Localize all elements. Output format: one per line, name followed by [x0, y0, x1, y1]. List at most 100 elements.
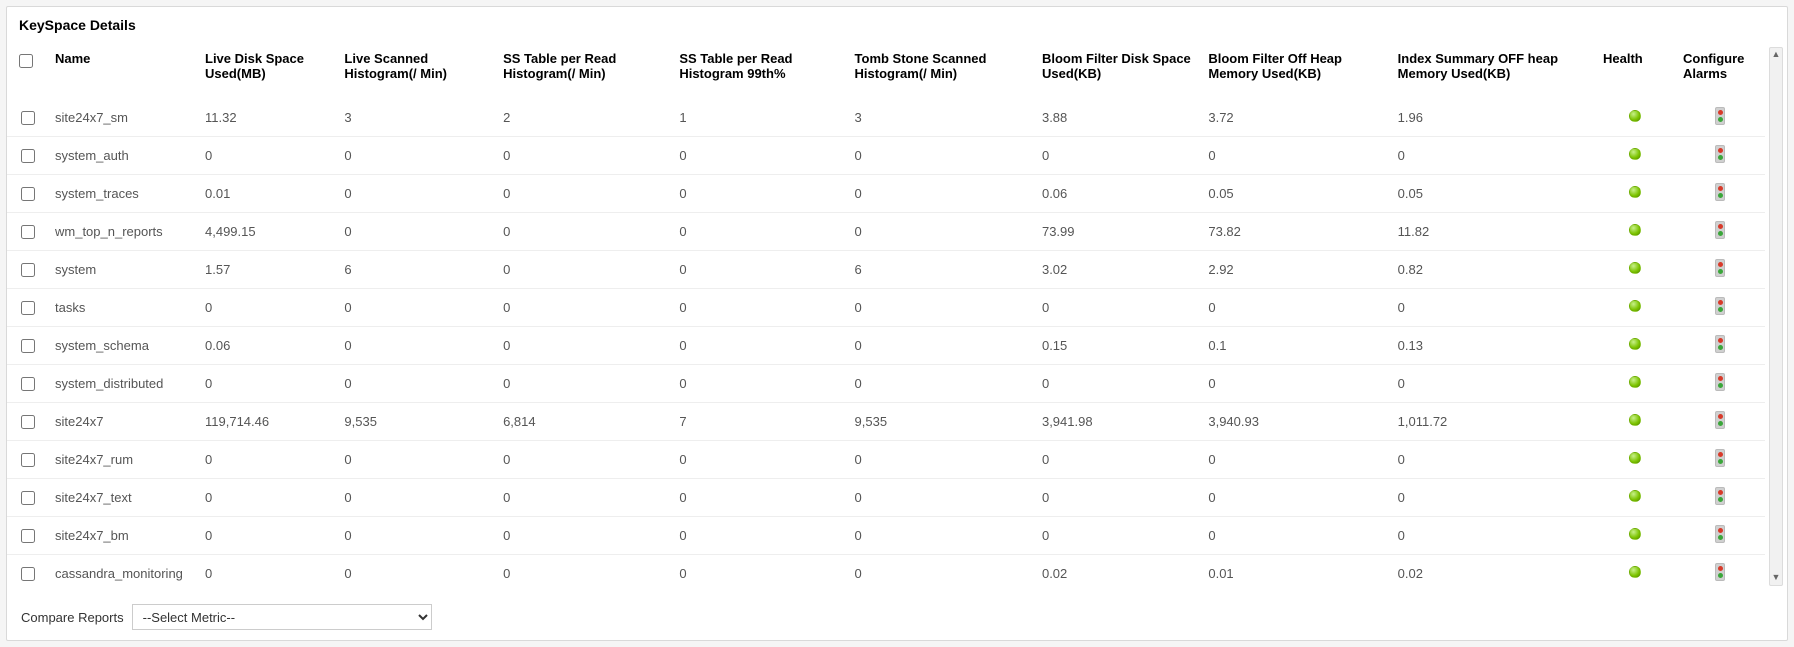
cell-sstable-99th: 0	[671, 479, 846, 517]
configure-alarm-icon[interactable]	[1715, 411, 1725, 429]
cell-sstable-99th: 0	[671, 137, 846, 175]
cell-sstable-per-read: 0	[495, 365, 671, 403]
cell-index-summary: 11.82	[1390, 213, 1595, 251]
cell-tombstone: 0	[847, 441, 1034, 479]
table-row[interactable]: system_schema0.0600000.150.10.13	[7, 327, 1765, 365]
table-row[interactable]: site24x7_sm11.3232133.883.721.96	[7, 99, 1765, 137]
row-checkbox[interactable]	[21, 415, 35, 429]
scroll-track[interactable]	[1770, 62, 1782, 571]
keyspace-panel: KeySpace Details Name Live Disk Space Us…	[6, 6, 1788, 641]
header-bloom-disk[interactable]: Bloom Filter Disk Space Used(KB)	[1034, 41, 1200, 99]
health-dot-icon	[1629, 566, 1641, 578]
cell-index-summary: 0	[1390, 137, 1595, 175]
scroll-down-icon[interactable]: ▼	[1770, 571, 1782, 585]
cell-live-scanned: 0	[336, 137, 495, 175]
select-all-checkbox[interactable]	[19, 54, 33, 68]
configure-alarm-icon[interactable]	[1715, 183, 1725, 201]
cell-sstable-per-read: 0	[495, 517, 671, 555]
configure-alarm-icon[interactable]	[1715, 221, 1725, 239]
header-tombstone[interactable]: Tomb Stone Scanned Histogram(/ Min)	[847, 41, 1034, 99]
cell-live-disk: 0	[197, 555, 336, 593]
row-checkbox[interactable]	[21, 187, 35, 201]
table-row[interactable]: site24x7_bm00000000	[7, 517, 1765, 555]
header-bloom-offheap[interactable]: Bloom Filter Off Heap Memory Used(KB)	[1200, 41, 1389, 99]
table-row[interactable]: tasks00000000	[7, 289, 1765, 327]
configure-alarm-icon[interactable]	[1715, 145, 1725, 163]
row-checkbox[interactable]	[21, 453, 35, 467]
header-health[interactable]: Health	[1595, 41, 1675, 99]
configure-alarm-icon[interactable]	[1715, 525, 1725, 543]
cell-index-summary: 0.82	[1390, 251, 1595, 289]
table-row[interactable]: site24x7119,714.469,5356,81479,5353,941.…	[7, 403, 1765, 441]
header-sstable-99th[interactable]: SS Table per Read Histogram 99th%	[671, 41, 846, 99]
cell-tombstone: 0	[847, 555, 1034, 593]
header-checkbox-col	[7, 41, 47, 99]
cell-bloom-disk: 0	[1034, 365, 1200, 403]
header-alarms[interactable]: Configure Alarms	[1675, 41, 1765, 99]
scroll-up-icon[interactable]: ▲	[1770, 48, 1782, 62]
configure-alarm-icon[interactable]	[1715, 107, 1725, 125]
table-row[interactable]: system_auth00000000	[7, 137, 1765, 175]
cell-bloom-disk: 0	[1034, 517, 1200, 555]
configure-alarm-icon[interactable]	[1715, 259, 1725, 277]
vertical-scrollbar[interactable]: ▲ ▼	[1769, 47, 1783, 586]
health-dot-icon	[1629, 338, 1641, 350]
row-checkbox[interactable]	[21, 263, 35, 277]
table-row[interactable]: site24x7_text00000000	[7, 479, 1765, 517]
row-checkbox[interactable]	[21, 377, 35, 391]
table-row[interactable]: system_traces0.0100000.060.050.05	[7, 175, 1765, 213]
cell-sstable-per-read: 0	[495, 213, 671, 251]
footer-row: Compare Reports --Select Metric--	[7, 592, 1787, 630]
header-name[interactable]: Name	[47, 41, 197, 99]
metric-select[interactable]: --Select Metric--	[132, 604, 432, 630]
configure-alarm-icon[interactable]	[1715, 449, 1725, 467]
configure-alarm-icon[interactable]	[1715, 373, 1725, 391]
cell-live-scanned: 0	[336, 555, 495, 593]
health-dot-icon	[1629, 452, 1641, 464]
cell-bloom-offheap: 0.05	[1200, 175, 1389, 213]
cell-index-summary: 0.02	[1390, 555, 1595, 593]
cell-sstable-per-read: 0	[495, 441, 671, 479]
cell-bloom-disk: 3.88	[1034, 99, 1200, 137]
cell-bloom-offheap: 0	[1200, 137, 1389, 175]
header-live-scanned[interactable]: Live Scanned Histogram(/ Min)	[336, 41, 495, 99]
table-row[interactable]: system_distributed00000000	[7, 365, 1765, 403]
cell-live-disk: 0	[197, 479, 336, 517]
cell-sstable-per-read: 6,814	[495, 403, 671, 441]
table-row[interactable]: wm_top_n_reports4,499.15000073.9973.8211…	[7, 213, 1765, 251]
cell-tombstone: 0	[847, 517, 1034, 555]
cell-bloom-disk: 3,941.98	[1034, 403, 1200, 441]
row-checkbox[interactable]	[21, 339, 35, 353]
configure-alarm-icon[interactable]	[1715, 563, 1725, 581]
cell-tombstone: 3	[847, 99, 1034, 137]
header-live-disk[interactable]: Live Disk Space Used(MB)	[197, 41, 336, 99]
cell-sstable-99th: 0	[671, 327, 846, 365]
health-dot-icon	[1629, 186, 1641, 198]
row-checkbox[interactable]	[21, 225, 35, 239]
health-dot-icon	[1629, 528, 1641, 540]
row-checkbox[interactable]	[21, 529, 35, 543]
cell-sstable-99th: 1	[671, 99, 846, 137]
cell-bloom-disk: 0	[1034, 479, 1200, 517]
header-index-summary[interactable]: Index Summary OFF heap Memory Used(KB)	[1390, 41, 1595, 99]
cell-name: site24x7	[47, 403, 197, 441]
table-row[interactable]: site24x7_rum00000000	[7, 441, 1765, 479]
header-sstable-per-read[interactable]: SS Table per Read Histogram(/ Min)	[495, 41, 671, 99]
configure-alarm-icon[interactable]	[1715, 335, 1725, 353]
row-checkbox[interactable]	[21, 111, 35, 125]
configure-alarm-icon[interactable]	[1715, 297, 1725, 315]
table-row[interactable]: system1.5760063.022.920.82	[7, 251, 1765, 289]
row-checkbox[interactable]	[21, 491, 35, 505]
cell-live-disk: 0.01	[197, 175, 336, 213]
cell-sstable-99th: 0	[671, 441, 846, 479]
configure-alarm-icon[interactable]	[1715, 487, 1725, 505]
health-dot-icon	[1629, 148, 1641, 160]
table-row[interactable]: cassandra_monitoring000000.020.010.02	[7, 555, 1765, 593]
cell-tombstone: 9,535	[847, 403, 1034, 441]
row-checkbox[interactable]	[21, 301, 35, 315]
cell-bloom-disk: 73.99	[1034, 213, 1200, 251]
row-checkbox[interactable]	[21, 149, 35, 163]
row-checkbox[interactable]	[21, 567, 35, 581]
cell-name: system_auth	[47, 137, 197, 175]
cell-bloom-disk: 0	[1034, 289, 1200, 327]
